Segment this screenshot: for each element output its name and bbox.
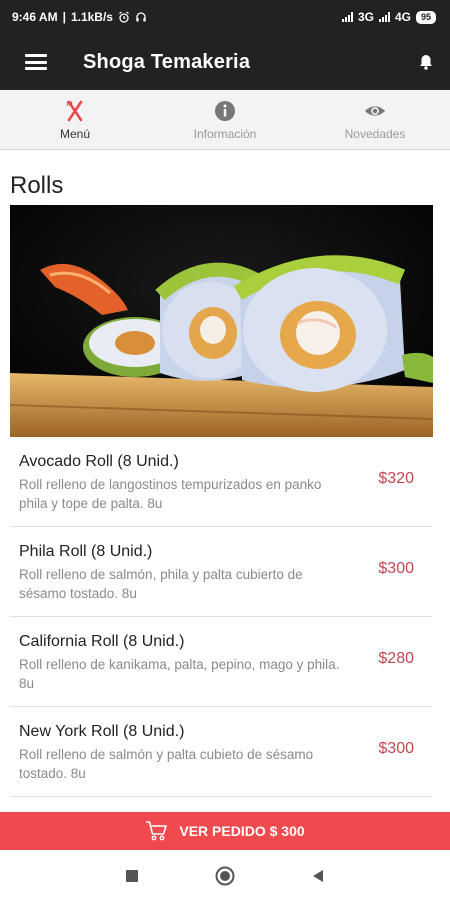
tab-menu[interactable]: Menú <box>0 90 150 149</box>
cart-icon <box>146 821 168 841</box>
signal-icon-2 <box>378 12 390 22</box>
app-title: Shoga Temakeria <box>83 50 251 73</box>
tab-novedades[interactable]: Novedades <box>300 90 450 149</box>
status-speed: 1.1kB/s <box>70 10 113 24</box>
tab-menu-label: Menú <box>59 126 91 141</box>
network-4g: 4G <box>394 10 411 24</box>
bell-icon[interactable] <box>416 52 436 72</box>
tab-bar: Menú Información Novedades <box>0 90 450 150</box>
item-description: Roll relleno de salmón y palta cubieto d… <box>19 747 314 781</box>
status-divider: | <box>62 10 66 24</box>
list-item[interactable]: California Roll (8 Unid.) Roll relleno d… <box>10 617 432 707</box>
battery-level: 95 <box>420 12 431 22</box>
status-bar: 9:46 AM | 1.1kB/s 3G 4G 95 <box>0 0 450 34</box>
fork-knife-icon <box>63 99 87 123</box>
app-bar: Shoga Temakeria <box>0 34 450 90</box>
list-item[interactable]: Avocado Roll (8 Unid.) Roll relleno de l… <box>10 437 432 527</box>
back-icon[interactable] <box>308 866 328 886</box>
network-3g: 3G <box>357 10 374 24</box>
eye-icon <box>363 99 387 123</box>
item-price: $280 <box>378 650 414 667</box>
list-item[interactable]: New York Roll (8 Unid.) Roll relleno de … <box>10 707 432 797</box>
view-order-button[interactable]: VER PEDIDO $ 300 <box>0 812 450 850</box>
system-nav-bar <box>0 850 450 900</box>
item-name: California Roll (8 Unid.) <box>19 633 185 650</box>
item-description: Roll relleno de langostinos tempurizados… <box>19 477 322 511</box>
tab-informacion[interactable]: Información <box>150 90 300 149</box>
item-description: Roll relleno de salmón, phila y palta cu… <box>19 567 303 601</box>
info-icon <box>213 99 237 123</box>
status-right: 3G 4G 95 <box>341 10 436 24</box>
view-order-label: VER PEDIDO $ 300 <box>179 823 305 839</box>
item-price: $300 <box>378 560 414 577</box>
status-left: 9:46 AM | 1.1kB/s <box>12 10 147 24</box>
alarm-icon <box>119 11 129 23</box>
menu-icon[interactable] <box>25 54 47 70</box>
item-name: Phila Roll (8 Unid.) <box>19 543 153 560</box>
headset-icon <box>136 12 146 22</box>
recents-icon[interactable] <box>122 866 142 886</box>
signal-icon <box>341 12 353 22</box>
status-time: 9:46 AM <box>12 10 58 24</box>
menu-content[interactable]: Rolls Avocado Roll (8 Unid.) Roll rellen… <box>0 150 450 812</box>
tab-informacion-label: Información <box>193 126 257 141</box>
item-name: New York Roll (8 Unid.) <box>19 723 185 740</box>
battery-icon: 95 <box>415 10 436 24</box>
tab-novedades-label: Novedades <box>344 126 406 141</box>
home-icon[interactable] <box>215 866 235 886</box>
item-name: Avocado Roll (8 Unid.) <box>19 453 179 470</box>
list-item[interactable]: Phila Roll (8 Unid.) Roll relleno de sal… <box>10 527 432 617</box>
item-price: $320 <box>378 470 414 487</box>
section-hero-image <box>10 205 433 437</box>
sushi-image <box>10 205 433 437</box>
item-description: Roll relleno de kanikama, palta, pepino,… <box>19 657 340 691</box>
section-title: Rolls <box>10 172 64 199</box>
item-price: $300 <box>378 740 414 757</box>
